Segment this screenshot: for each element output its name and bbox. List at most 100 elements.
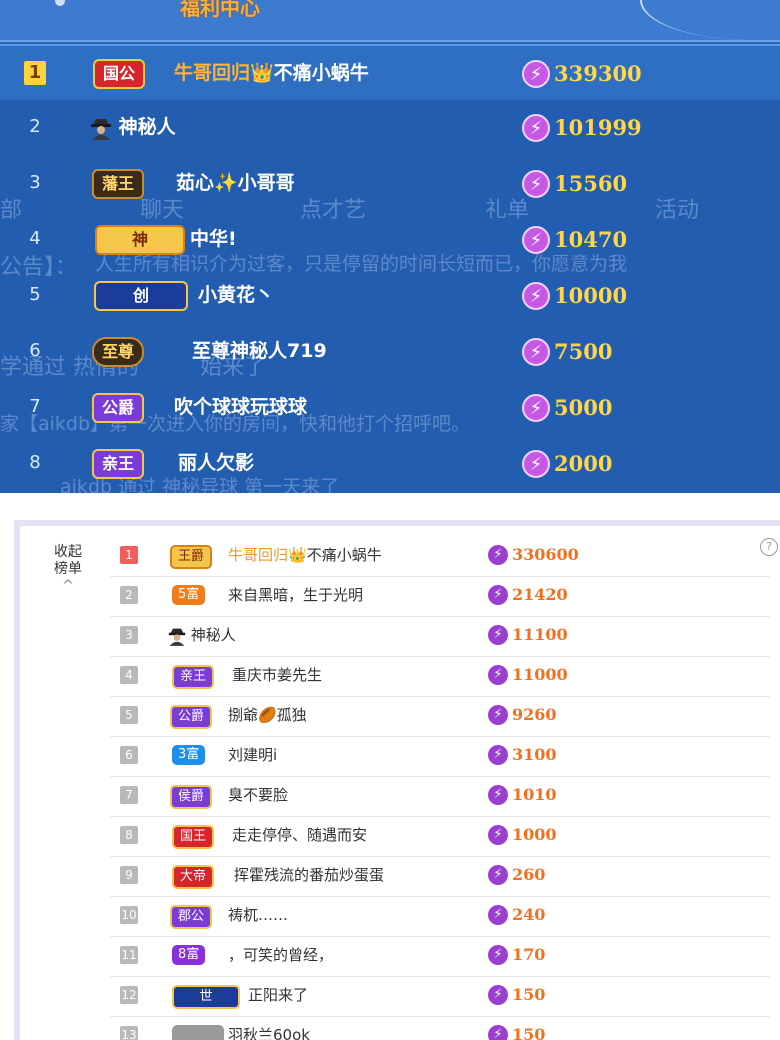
score: 11000: [512, 665, 568, 684]
leaderboard-row[interactable]: 5 公爵 捌爺🏉孤独 ⚡ 9260: [110, 696, 770, 737]
crown-icon: 👑: [250, 62, 274, 84]
user-name-suffix: 不痛小蜗牛: [306, 546, 382, 564]
leaderboard-row[interactable]: 13 羽秋兰60ok ⚡ 150: [110, 1016, 770, 1040]
score: 5000: [554, 395, 613, 420]
rank-number: 12: [120, 986, 138, 1004]
leaderboard-row[interactable]: 8 国王 走走停停、随遇而安 ⚡ 1000: [110, 816, 770, 857]
lightning-icon: ⚡: [522, 338, 550, 366]
user-name[interactable]: 小黄花丶: [198, 281, 274, 309]
user-name-prefix: 牛哥回归: [174, 62, 251, 84]
lightning-icon: ⚡: [488, 785, 508, 805]
leaderboard-row[interactable]: 1 王爵 牛哥回归👑不痛小蜗牛 ⚡ 330600: [110, 536, 770, 577]
leaderboard-row[interactable]: 6 至尊 至尊神秘人719 ⚡ 7500: [0, 324, 780, 378]
user-name-prefix: 牛哥回归: [228, 546, 289, 564]
leaderboard-row[interactable]: 3 藩王 茹心✨小哥哥 ⚡ 15560: [0, 156, 780, 210]
leaderboard-row[interactable]: 10 郡公 祷杌…… ⚡ 240: [110, 896, 770, 937]
user-name[interactable]: 茹心✨小哥哥: [176, 169, 295, 197]
user-name[interactable]: 来自黑暗，生于光明: [228, 585, 363, 605]
crown-icon: 👑: [288, 546, 307, 564]
lightning-icon: ⚡: [522, 394, 550, 422]
rank-badge: 至尊: [92, 337, 145, 367]
leaderboard-row[interactable]: 9 大帝 挥霍残流的番茄炒蛋蛋 ⚡ 260: [110, 856, 770, 897]
collapse-label: 收起榜单: [54, 544, 82, 577]
score: 330600: [512, 545, 579, 564]
user-name[interactable]: 挥霍残流的番茄炒蛋蛋: [234, 865, 384, 885]
lightning-icon: ⚡: [488, 585, 508, 605]
mystery-person-icon: [91, 118, 111, 140]
user-name[interactable]: 牛哥回归👑不痛小蜗牛: [174, 59, 369, 87]
welfare-center-tab[interactable]: 福利中心: [180, 0, 260, 21]
leaderboard-row[interactable]: 6 3富 刘建明i ⚡ 3100: [110, 736, 770, 777]
user-name[interactable]: 丽人欠影: [178, 449, 254, 477]
chevron-up-icon: ^: [62, 578, 74, 594]
user-name[interactable]: 神秘人: [168, 625, 236, 646]
lightning-icon: ⚡: [522, 226, 550, 254]
score: 1000: [512, 825, 557, 844]
user-name[interactable]: 重庆市姜先生: [232, 665, 322, 685]
leaderboard-row[interactable]: 2 5富 来自黑暗，生于光明 ⚡ 21420: [110, 576, 770, 617]
rank-badge: 8富: [172, 945, 206, 965]
user-name[interactable]: 神秘人: [90, 113, 176, 141]
leaderboard-row[interactable]: 3 神秘人 ⚡ 11100: [110, 616, 770, 657]
leaderboard-row[interactable]: 12 世 正阳来了 ⚡ 150: [110, 976, 770, 1017]
user-name[interactable]: 至尊神秘人719: [192, 337, 327, 365]
user-name[interactable]: 捌爺🏉孤独: [228, 705, 307, 725]
user-name[interactable]: 正阳来了: [248, 985, 308, 1005]
rank-number: 6: [29, 340, 41, 361]
rank-badge: 神: [95, 225, 185, 255]
leaderboard-row[interactable]: 2 神秘人 ⚡ 101999: [0, 100, 780, 154]
score: 3100: [512, 745, 557, 764]
rank-number: 6: [120, 746, 138, 764]
user-name[interactable]: ，可笑的曾经，: [228, 945, 333, 965]
rank-number: 7: [29, 396, 41, 417]
user-name[interactable]: 走走停停、随遇而安: [232, 825, 367, 845]
score: 15560: [554, 171, 628, 196]
leaderboard-row[interactable]: 5 创 小黄花丶 ⚡ 10000: [0, 268, 780, 322]
leaderboard-row[interactable]: 7 公爵 吹个球球玩球球 ⚡ 5000: [0, 380, 780, 434]
user-name-text: 神秘人: [190, 626, 236, 644]
score: 240: [512, 905, 546, 924]
bottom-leaderboard-panel: 收起榜单 ^ ? 1 王爵 牛哥回归👑不痛小蜗牛 ⚡ 330600 2 5富 来…: [14, 520, 780, 1040]
leaderboard-row[interactable]: 1 国公 牛哥回归👑不痛小蜗牛 ⚡ 339300: [0, 44, 780, 100]
leaderboard-row[interactable]: 11 8富 ，可笑的曾经， ⚡ 170: [110, 936, 770, 977]
rank-number: 1: [24, 61, 46, 85]
rank-number: 8: [29, 452, 41, 473]
user-name[interactable]: 吹个球球玩球球: [174, 393, 307, 421]
user-name[interactable]: 牛哥回归👑不痛小蜗牛: [228, 545, 382, 565]
score: 339300: [554, 61, 642, 86]
user-name[interactable]: 羽秋兰60ok: [228, 1025, 310, 1040]
leaderboard-row[interactable]: 8 亲王 丽人欠影 ⚡ 2000: [0, 436, 780, 490]
leaderboard-row[interactable]: 7 侯爵 臭不要脸 ⚡ 1010: [110, 776, 770, 817]
score: 2000: [554, 451, 613, 476]
rank-badge: 藩王: [92, 169, 145, 199]
lightning-icon: ⚡: [522, 60, 550, 88]
lightning-icon: ⚡: [522, 450, 550, 478]
score: 101999: [554, 115, 642, 140]
score: 9260: [512, 705, 557, 724]
decorative-curve: [640, 0, 780, 40]
score: 11100: [512, 625, 568, 644]
rank-badge: 郡公: [170, 905, 213, 929]
lightning-icon: ⚡: [488, 825, 508, 845]
leaderboard-row[interactable]: 4 神 中华! ⚡ 10470: [0, 212, 780, 266]
rank-number: 2: [120, 586, 138, 604]
lightning-icon: ⚡: [488, 545, 508, 565]
user-name[interactable]: 刘建明i: [228, 745, 277, 765]
score: 170: [512, 945, 546, 964]
rank-badge: 亲王: [92, 449, 145, 479]
user-name[interactable]: 中华!: [190, 225, 237, 253]
user-name[interactable]: 祷杌……: [228, 905, 288, 925]
rank-badge: 王爵: [170, 545, 213, 569]
rank-badge: 大帝: [172, 865, 215, 889]
lightning-icon: ⚡: [488, 945, 508, 965]
leaderboard-row[interactable]: 4 亲王 重庆市姜先生 ⚡ 11000: [110, 656, 770, 697]
rank-badge: 国王: [172, 825, 215, 849]
lightning-icon: ⚡: [488, 905, 508, 925]
rank-number: 10: [120, 906, 138, 924]
user-name-suffix: 不痛小蜗牛: [273, 62, 369, 84]
user-name[interactable]: 臭不要脸: [228, 785, 288, 805]
collapse-list-button[interactable]: 收起榜单 ^: [50, 544, 86, 595]
decorative-dot: [55, 0, 65, 6]
lightning-icon: ⚡: [488, 705, 508, 725]
rank-badge: 5富: [172, 585, 206, 605]
